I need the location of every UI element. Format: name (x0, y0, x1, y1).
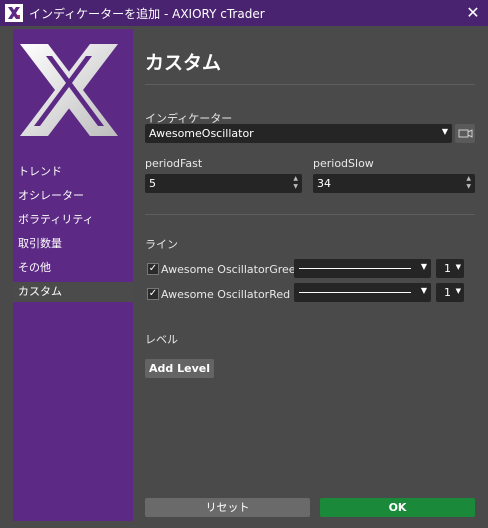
line-style-preview (299, 292, 411, 293)
line-green-style-select[interactable]: ▼ (294, 259, 431, 278)
sidebar-item-custom[interactable]: カスタム (13, 282, 133, 302)
line-red-checkbox[interactable]: ✓ (147, 288, 159, 300)
indicator-camera-button[interactable] (455, 124, 475, 143)
indicator-select[interactable]: AwesomeOscillator ▼ (145, 124, 452, 143)
axiory-x-logo (18, 42, 120, 138)
title-bar: インディケーターを追加 - AXIORY cTrader ✕ (0, 0, 488, 26)
line-green-checkbox[interactable]: ✓ (147, 263, 159, 275)
chevron-down-icon: ▼ (455, 263, 461, 271)
ok-button[interactable]: OK (320, 498, 475, 517)
line-red-width-select[interactable]: 1 ▼ (436, 283, 464, 302)
line-red-label: Awesome OscillatorRed (161, 288, 291, 301)
sidebar-item-other[interactable]: その他 (13, 258, 133, 278)
window-title: インディケーターを追加 - AXIORY cTrader (29, 7, 265, 21)
chevron-down-icon: ▼ (455, 287, 461, 295)
period-slow-value: 34 (317, 177, 331, 190)
sidebar-item-volatility[interactable]: ボラティリティ (13, 210, 133, 230)
sidebar-item-volume[interactable]: 取引数量 (13, 234, 133, 254)
page-title: カスタム (145, 52, 222, 74)
spinner-icon[interactable]: ▲ ▼ (293, 175, 298, 191)
camera-icon (458, 129, 473, 138)
period-fast-label: periodFast (145, 157, 203, 170)
dialog-body: トレンド オシレーター ボラティリティ 取引数量 その他 カスタム カスタム イ… (0, 26, 488, 528)
spinner-icon[interactable]: ▲ ▼ (466, 175, 471, 191)
period-fast-input[interactable]: 5 ▲ ▼ (145, 174, 302, 193)
divider (145, 84, 475, 85)
sidebar-item-trend[interactable]: トレンド (13, 162, 133, 182)
close-icon[interactable]: ✕ (458, 0, 488, 26)
chevron-down-icon: ▼ (441, 127, 448, 136)
axiory-x-icon (5, 4, 23, 22)
period-slow-input[interactable]: 34 ▲ ▼ (313, 174, 475, 193)
line-green-label: Awesome OscillatorGreen (161, 263, 303, 276)
period-fast-value: 5 (149, 177, 156, 190)
period-slow-label: periodSlow (313, 157, 374, 170)
chevron-down-icon: ▼ (420, 262, 427, 271)
main-panel: カスタム インディケーター AwesomeOscillator ▼ period… (145, 26, 475, 528)
line-red-style-select[interactable]: ▼ (294, 283, 431, 302)
add-level-button[interactable]: Add Level (145, 359, 214, 378)
line-style-preview (299, 268, 411, 269)
divider (145, 214, 475, 215)
line-red-width: 1 (444, 286, 451, 299)
sidebar: トレンド オシレーター ボラティリティ 取引数量 その他 カスタム (13, 29, 133, 521)
chevron-down-icon: ▼ (420, 286, 427, 295)
sidebar-item-oscillator[interactable]: オシレーター (13, 186, 133, 206)
line-green-width: 1 (444, 262, 451, 275)
indicator-value: AwesomeOscillator (149, 127, 254, 140)
line-green-width-select[interactable]: 1 ▼ (436, 259, 464, 278)
levels-label: レベル (145, 333, 178, 346)
reset-button[interactable]: リセット (145, 498, 310, 517)
lines-label: ライン (145, 238, 178, 251)
